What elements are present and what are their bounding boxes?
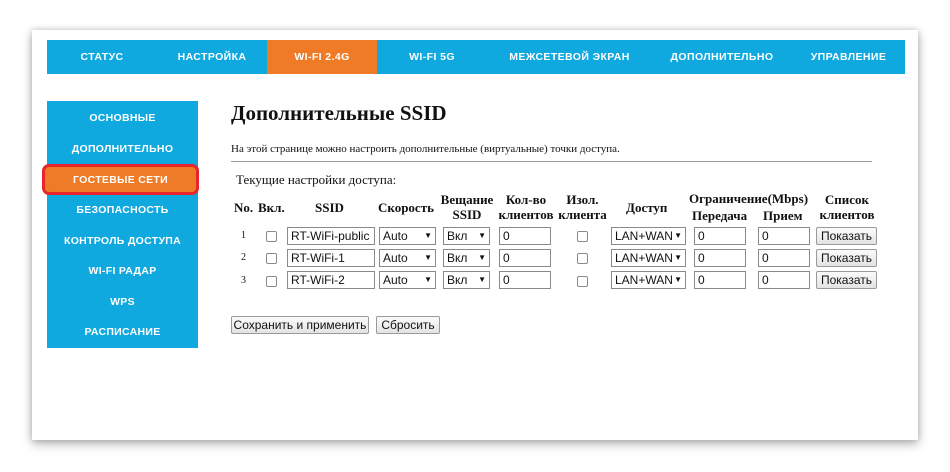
tab-settings[interactable]: НАСТРОЙКА: [157, 40, 267, 74]
dropdown-arrow-icon: ▼: [424, 275, 432, 284]
reset-button[interactable]: Сбросить: [376, 316, 440, 334]
ssid-input[interactable]: RT-WiFi-2: [287, 271, 375, 289]
sidebar: ОСНОВНЫЕ ДОПОЛНИТЕЛЬНО ГОСТЕВЫЕ СЕТИ БЕЗ…: [42, 101, 199, 348]
header-broadcast-line1: Вещание: [440, 192, 494, 207]
save-apply-button[interactable]: Сохранить и применить: [231, 316, 369, 334]
isolation-checkbox[interactable]: [577, 253, 588, 264]
dropdown-arrow-icon: ▼: [674, 275, 682, 284]
access-select-value: LAN+WAN: [615, 251, 673, 265]
header-speed: Скорость: [378, 200, 434, 215]
sidebar-item-access-control[interactable]: КОНТРОЛЬ ДОСТУПА: [47, 229, 198, 253]
header-isolation-line2: клиента: [558, 207, 607, 222]
speed-select-value: Auto: [383, 251, 408, 265]
access-select[interactable]: LAN+WAN ▼: [611, 249, 686, 267]
tab-management[interactable]: УПРАВЛЕНИЕ: [792, 40, 905, 74]
sidebar-item-wps[interactable]: WPS: [47, 290, 198, 314]
dropdown-arrow-icon: ▼: [478, 275, 486, 284]
dropdown-arrow-icon: ▼: [478, 231, 486, 240]
client-count-input[interactable]: 0: [499, 271, 551, 289]
enable-checkbox[interactable]: [266, 253, 277, 264]
speed-select-value: Auto: [383, 229, 408, 243]
broadcast-ssid-value: Вкл: [447, 251, 468, 265]
sidebar-item-guest-networks[interactable]: ГОСТЕВЫЕ СЕТИ: [42, 164, 199, 195]
access-select-value: LAN+WAN: [615, 273, 673, 287]
show-clients-button[interactable]: Показать: [816, 249, 877, 267]
divider: [231, 161, 872, 162]
header-client-list-line1: Список: [824, 192, 870, 207]
broadcast-ssid-select[interactable]: Вкл ▼: [443, 249, 490, 267]
tab-status[interactable]: СТАТУС: [47, 40, 157, 74]
broadcast-ssid-select[interactable]: Вкл ▼: [443, 227, 490, 245]
speed-select[interactable]: Auto ▼: [379, 249, 436, 267]
tab-firewall[interactable]: МЕЖСЕТЕВОЙ ЭКРАН: [487, 40, 652, 74]
tab-advanced[interactable]: ДОПОЛНИТЕЛЬНО: [652, 40, 792, 74]
top-navigation: СТАТУС НАСТРОЙКА WI-FI 2.4G WI-FI 5G МЕЖ…: [47, 40, 905, 74]
section-label: Текущие настройки доступа:: [236, 172, 397, 187]
tx-limit-input[interactable]: 0: [694, 249, 746, 267]
isolation-checkbox[interactable]: [577, 231, 588, 242]
show-clients-button[interactable]: Показать: [816, 271, 877, 289]
broadcast-ssid-value: Вкл: [447, 273, 468, 287]
speed-select[interactable]: Auto ▼: [379, 271, 436, 289]
access-select[interactable]: LAN+WAN ▼: [611, 227, 686, 245]
rx-limit-input[interactable]: 0: [758, 227, 810, 245]
sidebar-item-advanced[interactable]: ДОПОЛНИТЕЛЬНО: [47, 137, 198, 161]
row-number: 3: [241, 275, 246, 286]
tx-limit-input[interactable]: 0: [694, 227, 746, 245]
client-count-input[interactable]: 0: [499, 227, 551, 245]
header-clients-line1: Кол-во: [505, 192, 547, 207]
dropdown-arrow-icon: ▼: [478, 253, 486, 262]
header-limit-tx: Передача: [692, 208, 748, 223]
header-enabled: Вкл.: [258, 200, 285, 215]
header-ssid: SSID: [315, 200, 344, 215]
page-description: На этой странице можно настроить дополни…: [231, 143, 620, 155]
header-limit-rx: Прием: [763, 208, 803, 223]
header-broadcast: Вещание SSID: [438, 192, 496, 222]
enable-checkbox[interactable]: [266, 276, 277, 287]
sidebar-item-schedule[interactable]: РАСПИСАНИЕ: [47, 320, 198, 344]
rx-limit-input[interactable]: 0: [758, 249, 810, 267]
isolation-checkbox[interactable]: [577, 276, 588, 287]
broadcast-ssid-select[interactable]: Вкл ▼: [443, 271, 490, 289]
ssid-input[interactable]: RT-WiFi-1: [287, 249, 375, 267]
header-clients-line2: клиентов: [498, 207, 554, 222]
dropdown-arrow-icon: ▼: [424, 231, 432, 240]
row-number: 2: [241, 252, 246, 263]
access-select[interactable]: LAN+WAN ▼: [611, 271, 686, 289]
dropdown-arrow-icon: ▼: [424, 253, 432, 262]
header-access: Доступ: [626, 200, 668, 215]
tx-limit-input[interactable]: 0: [694, 271, 746, 289]
header-isolation: Изол. клиента: [555, 192, 610, 222]
dropdown-arrow-icon: ▼: [674, 231, 682, 240]
header-isolation-line1: Изол.: [566, 192, 599, 207]
sidebar-item-basic[interactable]: ОСНОВНЫЕ: [47, 106, 198, 130]
broadcast-ssid-value: Вкл: [447, 229, 468, 243]
speed-select-value: Auto: [383, 273, 408, 287]
header-broadcast-line2: SSID: [452, 207, 482, 222]
tab-wifi-5g[interactable]: WI-FI 5G: [377, 40, 487, 74]
header-client-list-line2: клиентов: [819, 207, 875, 222]
access-select-value: LAN+WAN: [615, 229, 673, 243]
dropdown-arrow-icon: ▼: [674, 253, 682, 262]
client-count-input[interactable]: 0: [499, 249, 551, 267]
page-title: Дополнительные SSID: [231, 101, 447, 125]
sidebar-item-wifi-radar[interactable]: WI-FI РАДАР: [47, 259, 198, 283]
sidebar-item-security[interactable]: БЕЗОПАСНОСТЬ: [47, 198, 198, 222]
header-no: No.: [234, 200, 254, 215]
speed-select[interactable]: Auto ▼: [379, 227, 436, 245]
show-clients-button[interactable]: Показать: [816, 227, 877, 245]
enable-checkbox[interactable]: [266, 231, 277, 242]
header-client-list: Список клиентов: [816, 192, 878, 222]
header-clients: Кол-во клиентов: [497, 192, 555, 222]
row-number: 1: [241, 230, 246, 241]
tab-wifi-2-4g[interactable]: WI-FI 2.4G: [267, 40, 377, 74]
rx-limit-input[interactable]: 0: [758, 271, 810, 289]
ssid-input[interactable]: RT-WiFi-public: [287, 227, 375, 245]
header-limit: Ограничение(Mbps): [689, 191, 809, 206]
